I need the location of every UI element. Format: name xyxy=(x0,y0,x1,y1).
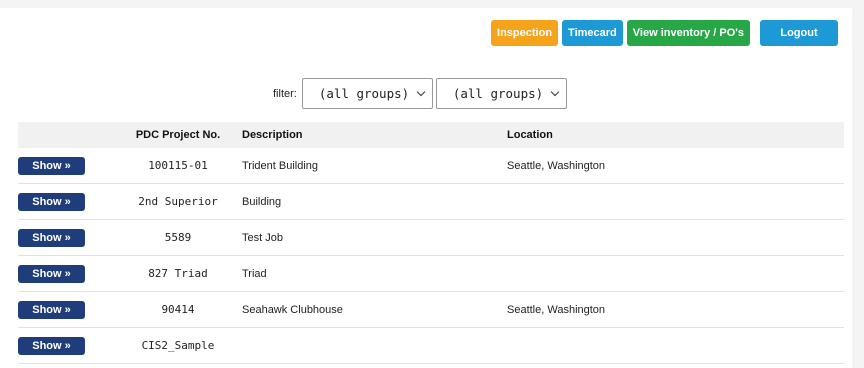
show-button[interactable]: Show » xyxy=(18,156,85,175)
project-number: 827 Triad xyxy=(114,255,242,292)
project-location xyxy=(507,183,844,220)
group-select-1[interactable]: (all groups) xyxy=(301,78,433,109)
header-project-no: PDC Project No. xyxy=(114,122,242,148)
header-description: Description xyxy=(242,122,507,148)
project-location xyxy=(507,255,844,292)
chevron-down-icon xyxy=(550,87,560,97)
project-number: CIS2_Sample xyxy=(114,327,242,364)
table-row: Show » CIS2_Sample xyxy=(18,327,844,364)
header-location: Location xyxy=(507,122,844,148)
project-description: Building xyxy=(242,183,507,220)
project-number: 100115-01 xyxy=(114,148,242,184)
project-number: 90414 xyxy=(114,291,242,328)
table-row: Show » 5589 Test Job xyxy=(18,219,844,256)
project-description: Seahawk Clubhouse xyxy=(242,291,507,328)
group-select-2[interactable]: (all groups) xyxy=(435,78,567,109)
table-row: Show » 90414 Seahawk Clubhouse Seattle, … xyxy=(18,291,844,328)
filter-label: filter: xyxy=(273,87,297,100)
project-description: Triad xyxy=(242,255,507,292)
project-number: 5589 xyxy=(114,219,242,256)
table-header-row: PDC Project No. Description Location xyxy=(18,122,844,148)
main-panel: Inspection Timecard View inventory / PO'… xyxy=(0,8,852,368)
filter-bar: filter: (all groups) (all groups) xyxy=(273,78,570,109)
project-description: Trident Building xyxy=(242,148,507,184)
show-button[interactable]: Show » xyxy=(18,336,85,355)
timecard-button[interactable]: Timecard xyxy=(562,20,623,46)
projects-table: PDC Project No. Description Location Sho… xyxy=(18,122,844,364)
chevron-down-icon xyxy=(416,87,426,97)
group-select-1-value: (all groups) xyxy=(318,86,410,101)
header-show xyxy=(18,122,114,148)
project-location: Seattle, Washington xyxy=(507,148,844,184)
show-button[interactable]: Show » xyxy=(18,300,85,319)
table-row: Show » 827 Triad Triad xyxy=(18,255,844,292)
show-button[interactable]: Show » xyxy=(18,228,85,247)
project-location xyxy=(507,219,844,256)
show-button[interactable]: Show » xyxy=(18,192,85,211)
table-row: Show » 100115-01 Trident Building Seattl… xyxy=(18,148,844,184)
project-description: Test Job xyxy=(242,219,507,256)
project-number: 2nd Superior xyxy=(114,183,242,220)
group-select-2-value: (all groups) xyxy=(452,86,544,101)
show-button[interactable]: Show » xyxy=(18,264,85,283)
project-location xyxy=(507,327,844,364)
project-location: Seattle, Washington xyxy=(507,291,844,328)
inspection-button[interactable]: Inspection xyxy=(491,20,559,46)
logout-button[interactable]: Logout xyxy=(760,20,838,46)
table-row: Show » 2nd Superior Building xyxy=(18,183,844,220)
view-inventory-button[interactable]: View inventory / PO's xyxy=(626,20,750,46)
top-toolbar: Inspection Timecard View inventory / PO'… xyxy=(491,20,838,46)
project-description xyxy=(242,327,507,364)
